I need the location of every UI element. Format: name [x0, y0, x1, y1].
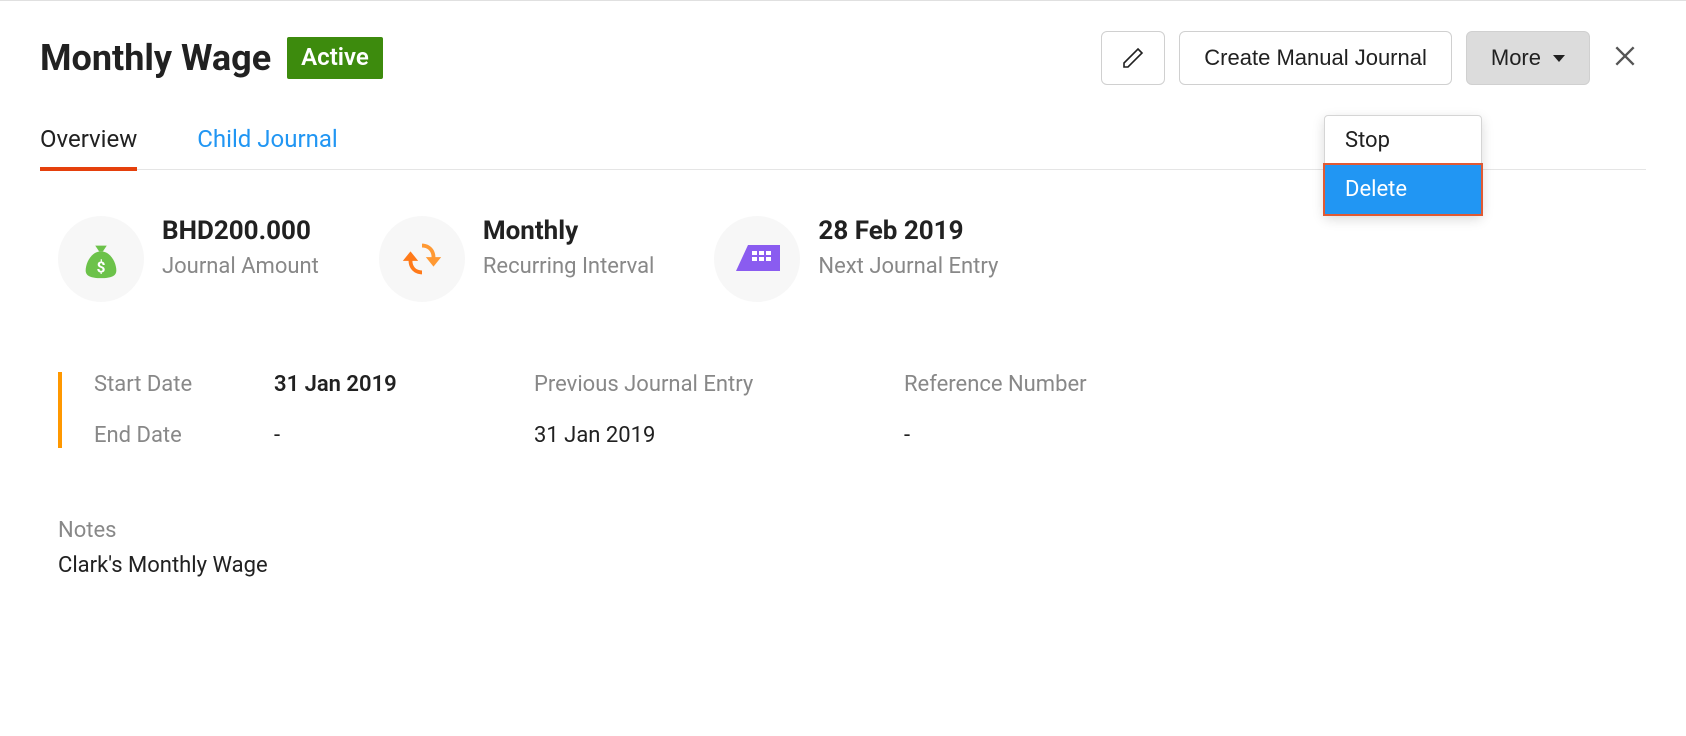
status-badge: Active — [287, 37, 383, 79]
start-date-label: Start Date — [94, 372, 234, 397]
more-label: More — [1491, 45, 1541, 71]
title-group: Monthly Wage Active — [40, 37, 383, 79]
detail-previous-entry-value: 31 Jan 2019 — [534, 423, 904, 448]
tab-overview[interactable]: Overview — [40, 125, 137, 171]
detail-end-date: End Date - — [94, 423, 534, 448]
dropdown-item-delete[interactable]: Delete — [1323, 163, 1483, 216]
end-date-label: End Date — [94, 423, 234, 448]
notes-value: Clark's Monthly Wage — [58, 553, 1646, 578]
recurring-icon — [379, 216, 465, 302]
summary-item-amount: $ BHD200.000 Journal Amount — [58, 216, 319, 302]
detail-previous-entry-label: Previous Journal Entry — [534, 372, 904, 397]
svg-text:$: $ — [97, 258, 106, 276]
interval-value: Monthly — [483, 216, 655, 246]
calendar-icon — [714, 216, 800, 302]
notes-section: Notes Clark's Monthly Wage — [40, 518, 1646, 578]
interval-label: Recurring Interval — [483, 254, 655, 279]
more-button[interactable]: More — [1466, 31, 1590, 85]
detail-start-date: Start Date 31 Jan 2019 — [94, 372, 534, 397]
close-button[interactable] — [1604, 41, 1646, 75]
dropdown-item-stop[interactable]: Stop — [1325, 116, 1481, 165]
amount-label: Journal Amount — [162, 254, 319, 279]
details-block: Start Date 31 Jan 2019 Previous Journal … — [58, 372, 1646, 448]
amount-value: BHD200.000 — [162, 216, 319, 246]
next-entry-label: Next Journal Entry — [818, 254, 998, 279]
end-date-value: - — [274, 423, 280, 448]
page-title: Monthly Wage — [40, 37, 271, 79]
money-bag-icon: $ — [58, 216, 144, 302]
caret-down-icon — [1553, 55, 1565, 62]
tab-child-journal[interactable]: Child Journal — [197, 125, 337, 171]
notes-label: Notes — [58, 518, 1646, 543]
summary-item-next-entry: 28 Feb 2019 Next Journal Entry — [714, 216, 998, 302]
pencil-icon — [1121, 46, 1145, 70]
create-manual-journal-button[interactable]: Create Manual Journal — [1179, 31, 1452, 85]
header-row: Monthly Wage Active Create Manual Journa… — [40, 31, 1646, 85]
summary-item-interval: Monthly Recurring Interval — [379, 216, 655, 302]
close-icon — [1612, 43, 1638, 69]
more-dropdown: Stop Delete — [1324, 115, 1482, 215]
create-manual-journal-label: Create Manual Journal — [1204, 45, 1427, 71]
actions-group: Create Manual Journal More — [1101, 31, 1646, 85]
edit-button[interactable] — [1101, 31, 1165, 85]
next-entry-value: 28 Feb 2019 — [818, 216, 998, 246]
summary-row: $ BHD200.000 Journal Amount Monthly Recu… — [40, 216, 1646, 302]
detail-reference-number-label: Reference Number — [904, 372, 1274, 397]
start-date-value: 31 Jan 2019 — [274, 372, 397, 397]
detail-reference-number-value: - — [904, 423, 1274, 448]
